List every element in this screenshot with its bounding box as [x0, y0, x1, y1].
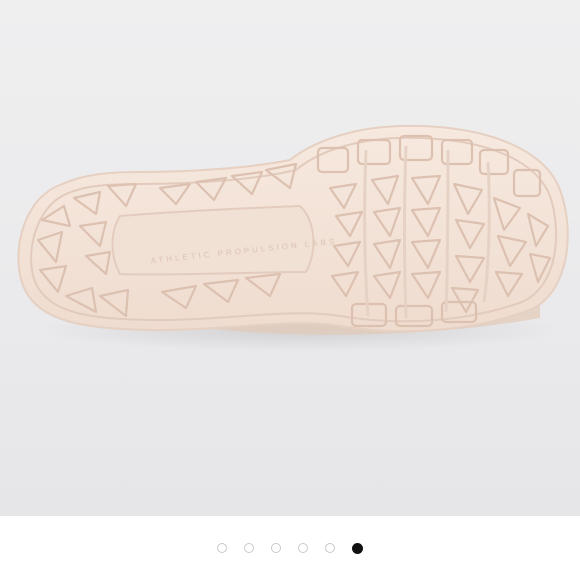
carousel-dot-4[interactable]: [298, 543, 308, 553]
carousel-dot-3[interactable]: [271, 543, 281, 553]
product-image[interactable]: ATHLETIC PROPULSION LABS: [0, 0, 580, 516]
carousel-dot-5[interactable]: [325, 543, 335, 553]
shoe-outsole-illustration: ATHLETIC PROPULSION LABS: [17, 124, 569, 352]
carousel-dot-2[interactable]: [244, 543, 254, 553]
arch-channel: [111, 204, 315, 276]
carousel-dot-6[interactable]: [352, 542, 363, 554]
carousel-indicators: [0, 516, 580, 580]
carousel-dot-1[interactable]: [217, 543, 227, 553]
image-viewer: ATHLETIC PROPULSION LABS: [0, 0, 580, 580]
